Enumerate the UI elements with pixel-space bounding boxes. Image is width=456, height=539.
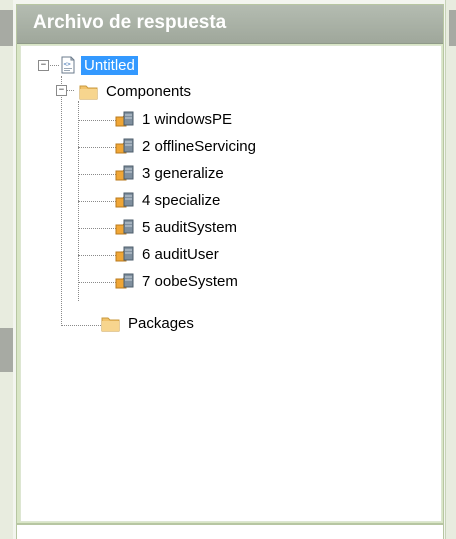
svg-text:<>: <> — [64, 61, 72, 68]
tree-node-label: Packages — [128, 314, 194, 332]
tree-node-pass[interactable]: 5 auditSystem — [114, 216, 240, 238]
tree-node-label: 2 offlineServicing — [142, 137, 256, 155]
tree-connector — [78, 174, 116, 175]
tree-node-label: 4 specialize — [142, 191, 221, 209]
configuration-pass-icon — [114, 190, 136, 210]
tree-node-label: 6 auditUser — [142, 245, 219, 263]
tree-node-label: 7 oobeSystem — [142, 272, 238, 290]
folder-icon — [77, 81, 99, 101]
tree-node-pass[interactable]: 1 windowsPE — [114, 108, 235, 130]
tree-node-label: 5 auditSystem — [142, 218, 238, 236]
configuration-pass-icon — [114, 271, 136, 291]
configuration-pass-icon — [114, 136, 136, 156]
tree-connector — [61, 76, 62, 326]
tree-node-label: Untitled — [81, 55, 138, 75]
configuration-pass-icon — [114, 244, 136, 264]
tree-node-root[interactable]: <> Untitled — [59, 54, 138, 76]
tree-node-label: Components — [106, 82, 192, 100]
tree-node-pass[interactable]: 2 offlineServicing — [114, 135, 259, 157]
left-dock-edge — [0, 0, 13, 539]
collapse-icon[interactable]: − — [56, 85, 67, 96]
tree-connector — [78, 228, 116, 229]
tree-node-pass[interactable]: 3 generalize — [114, 162, 227, 184]
pane-header: Archivo de respuesta — [17, 5, 443, 44]
tree-node-pass[interactable]: 7 oobeSystem — [114, 270, 241, 292]
configuration-pass-icon — [114, 217, 136, 237]
bottom-pane-edge — [16, 524, 444, 539]
left-dock-tab[interactable] — [0, 328, 13, 372]
left-dock-tab[interactable] — [0, 10, 13, 46]
tree-node-label: 3 generalize — [142, 164, 224, 182]
tree-node-label: 1 windowsPE — [142, 110, 233, 128]
answer-file-pane: Archivo de respuesta − <> Untitled − Com… — [16, 4, 444, 524]
tree-connector — [78, 255, 116, 256]
tree-connector — [78, 282, 116, 283]
tree-connector — [61, 325, 101, 326]
answer-file-icon: <> — [59, 56, 77, 74]
tree-connector — [78, 201, 116, 202]
tree-connector — [78, 120, 116, 121]
tree-connector — [78, 147, 116, 148]
right-dock-edge — [445, 0, 456, 539]
collapse-icon[interactable]: − — [38, 60, 49, 71]
tree-node-pass[interactable]: 4 specialize — [114, 189, 223, 211]
answer-file-tree[interactable]: − <> Untitled − Components 1 windowsPE 2… — [20, 45, 442, 522]
tree-node-packages[interactable]: Packages — [99, 312, 197, 334]
folder-icon — [99, 313, 121, 333]
configuration-pass-icon — [114, 163, 136, 183]
tree-node-components[interactable]: Components — [77, 80, 194, 102]
configuration-pass-icon — [114, 109, 136, 129]
tree-node-pass[interactable]: 6 auditUser — [114, 243, 222, 265]
pane-title: Archivo de respuesta — [33, 12, 227, 33]
right-dock-tab[interactable] — [449, 10, 456, 46]
